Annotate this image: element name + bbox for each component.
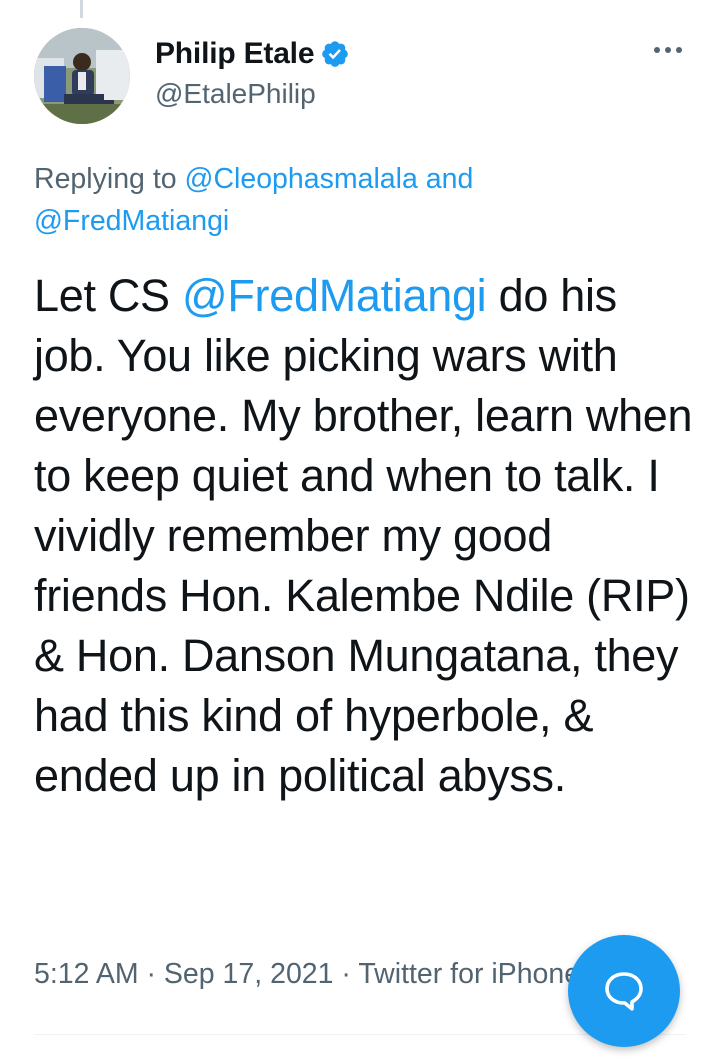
- meta-separator-1: ·: [146, 958, 157, 990]
- reply-context: Replying to @Cleophasmalala and @FredMati…: [34, 158, 674, 242]
- tweet-metadata: 5:12 AM · Sep 17, 2021 · Twitter for iPh…: [34, 958, 580, 991]
- tweet-mention-fredmatiangi[interactable]: @FredMatiangi: [182, 270, 487, 321]
- more-options-icon[interactable]: [650, 38, 686, 62]
- author-handle[interactable]: @EtalePhilip: [155, 78, 316, 110]
- verified-badge-icon: [320, 39, 350, 69]
- tweet-date[interactable]: Sep 17, 2021: [164, 958, 334, 990]
- tweet-text-part2: do his job. You like picking wars with e…: [34, 270, 693, 801]
- chat-bubble-icon: [605, 972, 643, 1011]
- reply-mention-fredmatiangi[interactable]: @FredMatiangi: [34, 205, 229, 237]
- tweet-text: Let CS @FredMatiangi do his job. You lik…: [34, 266, 694, 806]
- thread-connector-line: [80, 0, 83, 18]
- compose-button[interactable]: [568, 935, 680, 1047]
- reply-conjunction: and: [425, 163, 474, 195]
- tweet-time[interactable]: 5:12 AM: [34, 958, 139, 990]
- author-display-name[interactable]: Philip Etale: [155, 37, 315, 71]
- tweet-source[interactable]: Twitter for iPhone: [358, 958, 580, 990]
- reply-prefix: Replying to: [34, 163, 177, 195]
- avatar-photo: [34, 28, 130, 124]
- meta-separator-2: ·: [341, 958, 351, 990]
- author-name-row[interactable]: Philip Etale: [155, 34, 350, 74]
- tweet-text-part1: Let CS: [34, 270, 182, 321]
- reply-mention-cleophasmalala[interactable]: @Cleophasmalala: [185, 163, 418, 195]
- avatar[interactable]: [34, 28, 130, 124]
